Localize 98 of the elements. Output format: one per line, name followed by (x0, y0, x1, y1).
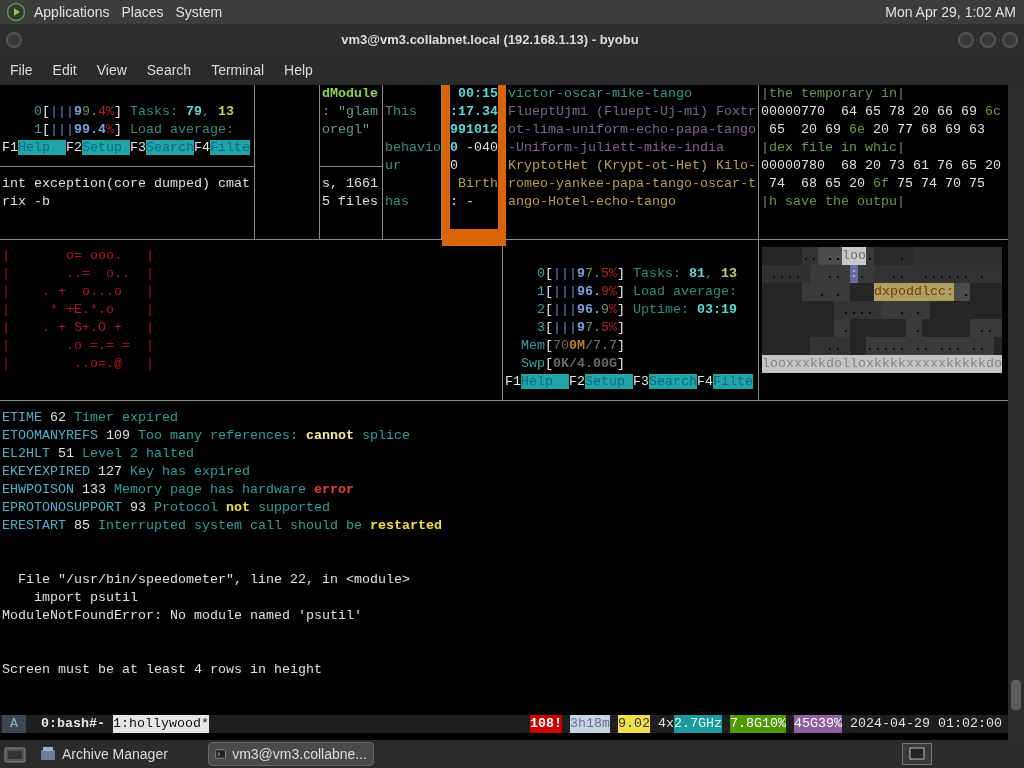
terminal-line: FlueptUjmi (Fluept-Uj-mi) Foxtr (508, 103, 756, 121)
status-text: 2024-04-29 01:02:00 (850, 715, 1002, 733)
terminal-line: -Uniform-juliett-mike-india (508, 139, 724, 157)
terminal-line: | o= ooo. | (2, 247, 154, 265)
terminal-line: 0[|||97.5%] Tasks: 81, 13 (536, 265, 737, 283)
terminal-line: 00000770 64 65 78 20 66 69 6c (761, 103, 1001, 121)
terminal-line: int exception(core dumped) cmat (2, 175, 250, 193)
terminal-line: | . + o...o | (2, 283, 154, 301)
scrollbar-thumb[interactable] (1011, 680, 1021, 710)
terminal-line: 1[|||96.9%] Load average: (536, 283, 737, 301)
menu-item[interactable]: Help (277, 60, 320, 81)
taskbar-button[interactable]: vm3@vm3.collabne... (208, 742, 374, 766)
terminal-line: ur (385, 157, 401, 175)
terminal-line: ModuleNotFoundError: No module named 'psutil' (2, 607, 362, 625)
status-segment: 9.02 (618, 715, 651, 733)
terminal-line: 2[|||96.9%] Uptime: 03:19 (536, 301, 737, 319)
terminal-line: | * +E.*.o | (2, 301, 154, 319)
terminal-line: KryptotHet (Krypt-ot-Het) Kilo- (508, 157, 756, 175)
terminal-line: ot-lima-uniform-echo-papa-tango (508, 121, 756, 139)
terminal-line: 00:15 (457, 85, 498, 103)
menu-item[interactable]: Edit (45, 60, 84, 81)
terminal-line: rix -b (2, 193, 50, 211)
panel-menu[interactable]: System (175, 1, 223, 23)
terminal-line: 0 (450, 157, 458, 175)
terminal-line: : - (450, 193, 474, 211)
window-control-button[interactable] (958, 32, 974, 48)
window-control-button[interactable] (6, 32, 22, 48)
terminal-line: has (385, 193, 409, 211)
terminal-line: 65 20 69 6e 20 77 68 69 63 (768, 121, 985, 139)
terminal-line: s, 1661 (322, 175, 378, 193)
terminal-line: EKEYEXPIRED 127 Key has expired (2, 463, 250, 481)
terminal-line: | ..o=.@ | (2, 355, 154, 373)
terminal-line: File "/usr/bin/speedometer", line 22, in <module> (17, 571, 410, 589)
mosaic-text: : (850, 265, 858, 283)
status-segment: 7.8G10% (730, 715, 787, 733)
terminal-line: 0 -040 (450, 139, 498, 157)
status-segment: 1:hollywood* (113, 715, 209, 733)
window-title: vm3@vm3.collabnet.local (192.168.1.13) - byobu (341, 31, 639, 50)
status-segment: 3h18m (570, 715, 611, 733)
terminal-line: Birth (457, 175, 498, 193)
terminal-line: :17.34 (450, 103, 498, 121)
terminal-line: romeo-yankee-papa-tango-oscar-t (508, 175, 756, 193)
terminal-line: 0[|||99.4%] Tasks: 79, 13 (33, 103, 234, 121)
status-segment: 108! (530, 715, 563, 733)
terminal-line: Mem[700M/7.7] (520, 337, 625, 355)
applications-icon (6, 2, 26, 22)
mosaic-text: looxxxkkdolloxkkkkxxxxxkkkkkdo (762, 355, 1002, 373)
status-segment: A (2, 715, 26, 733)
status-segment: 45G39% (794, 715, 843, 733)
terminal-line: oregl" (322, 121, 370, 139)
archive-icon (40, 746, 56, 762)
desktop-icon[interactable] (4, 745, 26, 763)
terminal-line: Swp[0K/4.00G] (520, 355, 625, 373)
terminal-line: | .o =.= = | (2, 337, 154, 355)
terminal-line: 1[|||99.4%] Load average: (33, 121, 234, 139)
terminal-line: F1Help F2Setup F3SearchF4Filte (505, 373, 753, 391)
terminal-line: import psutil (33, 589, 138, 607)
terminal-line: victor-oscar-mike-tango (508, 85, 692, 103)
terminal-line: | . + S+.O + | (2, 319, 154, 337)
terminal-line: 74 68 65 20 6f 75 74 70 75 (768, 175, 985, 193)
terminal-line: |the temporary in| (761, 85, 905, 103)
window-label: 0:bash#- (41, 715, 105, 733)
terminal-line: dModule (322, 85, 378, 103)
panel-menu[interactable]: Places (121, 1, 164, 23)
terminal-line: Screen must be at least 4 rows in height (2, 661, 322, 679)
status-segment: 2.7GHz (674, 715, 723, 733)
terminal-line: ERESTART 85 Interrupted system call should be restarted (2, 517, 442, 535)
terminal-line: EHWPOISON 133 Memory page has hardware error (2, 481, 354, 499)
terminal-line: | ..= o.. | (2, 265, 154, 283)
terminal-line: : "glam (322, 103, 378, 121)
terminal-line: 991012 (450, 121, 498, 139)
terminal-line: This (385, 103, 417, 121)
terminal-line: behavio (385, 139, 441, 157)
mosaic-text: dxpoddlcc: (874, 283, 954, 301)
workspace-icon[interactable] (902, 743, 932, 765)
window-control-button[interactable] (980, 32, 996, 48)
terminal-line: ETIME 62 Timer expired (2, 409, 178, 427)
terminal-line: 00000780 68 20 73 61 76 65 20 (761, 157, 1001, 175)
terminal-line: EL2HLT 51 Level 2 halted (2, 445, 194, 463)
menu-item[interactable]: View (89, 60, 134, 81)
terminal-line: 5 files (322, 193, 378, 211)
window-control-button[interactable] (1002, 32, 1018, 48)
clock[interactable]: Mon Apr 29, 1:02 AM (885, 1, 1016, 23)
terminal-icon (215, 746, 227, 762)
panel-menu[interactable]: Applications (34, 1, 110, 23)
terminal-line: ango-Hotel-echo-tango (508, 193, 676, 211)
menu-item[interactable]: Search (139, 60, 199, 81)
status-text: 4x (658, 715, 675, 733)
terminal-line: ETOOMANYREFS 109 Too many references: cannot splice (2, 427, 410, 445)
menu-item[interactable]: Terminal (204, 60, 272, 81)
terminal-line: |dex file in whic| (761, 139, 905, 157)
terminal-line: 3[|||97.5%] (536, 319, 625, 337)
menu-item[interactable]: File (3, 60, 40, 81)
terminal-line: F1Help F2Setup F3SearchF4Filte (2, 139, 250, 157)
mosaic-text: loo (842, 247, 866, 265)
terminal-line: |h save the outpu| (761, 193, 905, 211)
terminal-line: EPROTONOSUPPORT 93 Protocol not supported (2, 499, 330, 517)
taskbar-button[interactable]: Archive Manager (34, 742, 200, 766)
